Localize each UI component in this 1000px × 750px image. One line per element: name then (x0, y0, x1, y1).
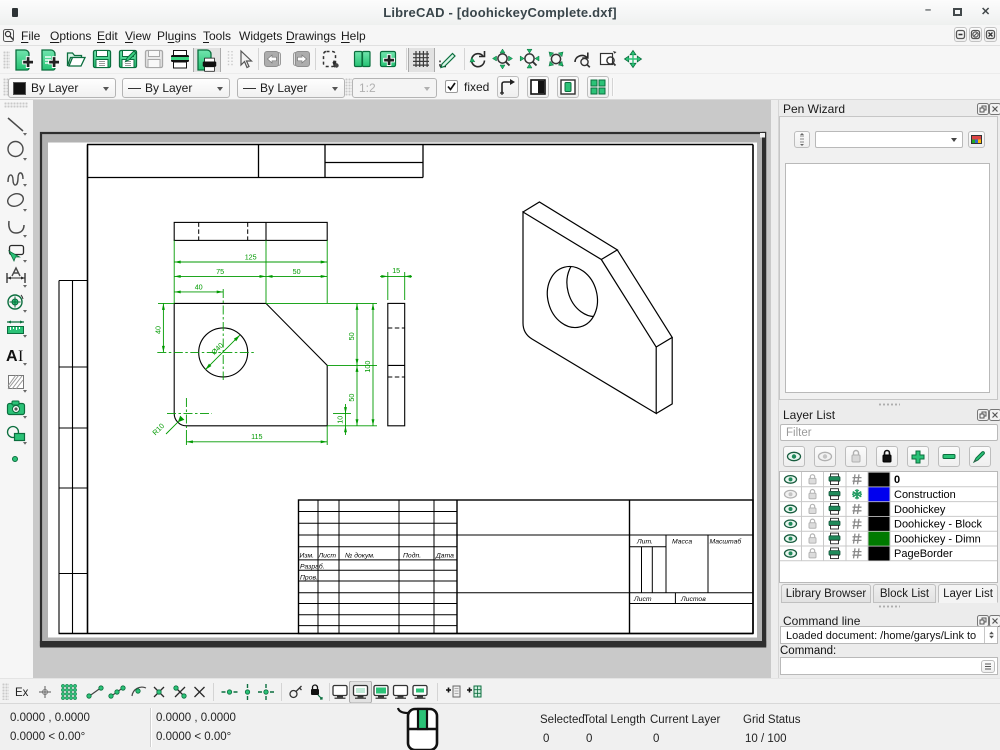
svg-text:125: 125 (245, 253, 257, 262)
svg-text:№ докум.: № докум. (345, 552, 375, 560)
svg-text:Дата: Дата (435, 553, 454, 560)
svg-text:Doohickey - Dimn: Doohickey - Dimn (894, 533, 981, 545)
svg-text:40: 40 (153, 326, 162, 334)
svg-text:Листов: Листов (680, 596, 706, 603)
svg-text:A: A (6, 348, 18, 365)
svg-text:Изм.: Изм. (300, 553, 315, 560)
svg-text:Doohickey - Block: Doohickey - Block (894, 519, 983, 531)
svg-text:Лист: Лист (318, 553, 337, 560)
svg-text:40: 40 (195, 282, 203, 291)
svg-text:Лист: Лист (633, 596, 652, 603)
svg-text:Масса: Масса (672, 539, 692, 546)
svg-text:Doohickey: Doohickey (894, 504, 946, 516)
svg-text:10: 10 (336, 416, 345, 424)
svg-text:Лит.: Лит. (636, 539, 653, 546)
svg-text:Ex: Ex (15, 687, 29, 699)
svg-text:50: 50 (293, 267, 301, 276)
svg-text:Подп.: Подп. (403, 552, 421, 560)
svg-text:Разраб.: Разраб. (300, 563, 325, 571)
svg-text:PageBorder: PageBorder (894, 548, 953, 560)
svg-text:50: 50 (347, 332, 356, 340)
svg-text:Construction: Construction (894, 489, 956, 501)
svg-text:Масштаб: Масштаб (710, 538, 743, 546)
svg-text:0: 0 (894, 474, 900, 486)
svg-text:100: 100 (363, 361, 372, 373)
svg-text:I: I (18, 348, 23, 365)
svg-text:115: 115 (251, 432, 262, 441)
svg-text:50: 50 (347, 394, 356, 402)
svg-text:75: 75 (216, 267, 224, 276)
svg-text:Пров.: Пров. (300, 575, 318, 582)
svg-text:15: 15 (392, 266, 400, 275)
